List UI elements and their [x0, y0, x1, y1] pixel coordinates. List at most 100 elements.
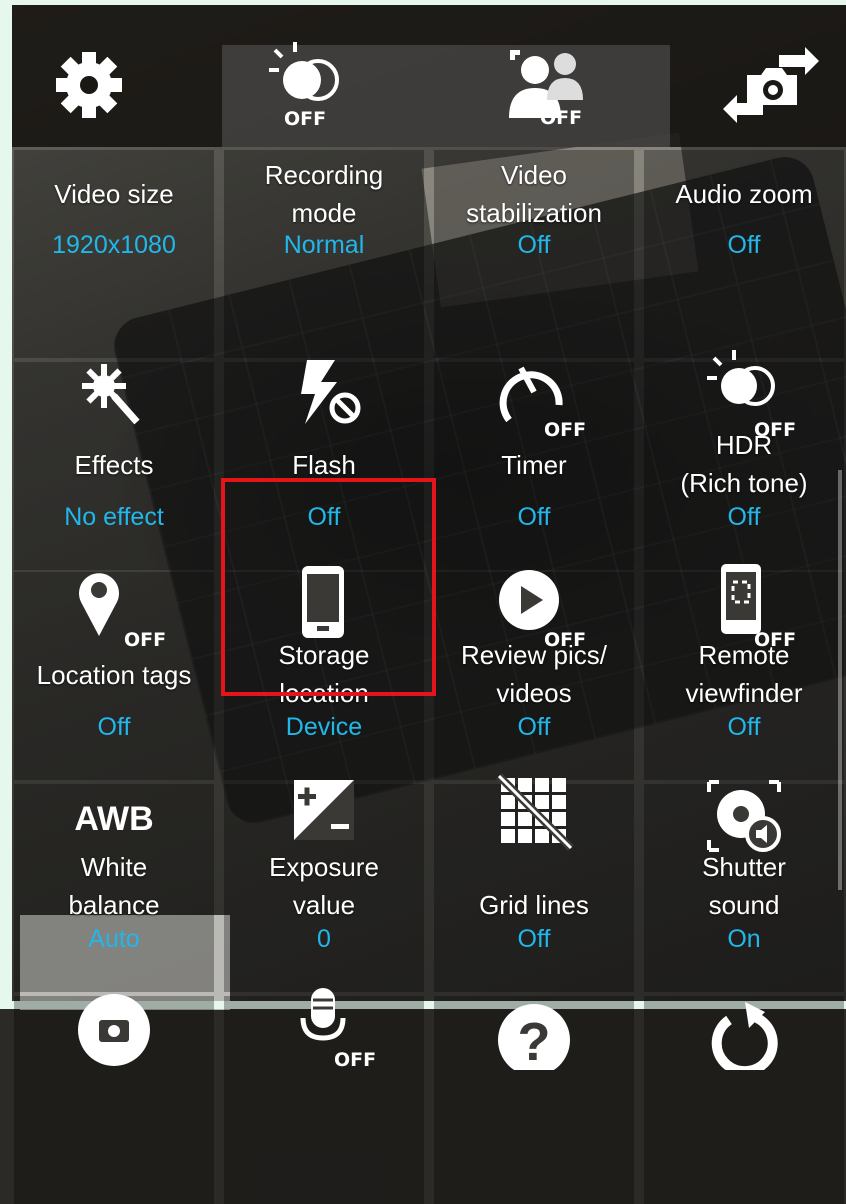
setting-label: Exposure value: [224, 848, 424, 924]
setting-white-balance[interactable]: AWB White balance Auto: [14, 784, 214, 992]
setting-location-tags[interactable]: OFF Location tags Off: [14, 572, 214, 780]
setting-label-line: Remote: [698, 640, 790, 670]
setting-recording-mode[interactable]: Recording mode Normal: [224, 150, 424, 358]
setting-icon-wrap: [224, 350, 424, 440]
setting-label: Shutter sound: [644, 848, 844, 924]
hdr-toggle-button[interactable]: OFF: [230, 30, 380, 140]
setting-label-line: Grid lines: [479, 890, 589, 920]
setting-video-size[interactable]: Video size 1920x1080: [14, 150, 214, 358]
setting-label: Video stabilization: [434, 156, 634, 232]
setting-label-line: Video: [500, 160, 568, 190]
setting-value: Off: [517, 925, 551, 953]
off-label: OFF: [124, 629, 166, 650]
switch-camera-button[interactable]: [696, 30, 846, 140]
off-label: OFF: [334, 1049, 376, 1070]
face-off-label: OFF: [540, 107, 582, 129]
setting-value: Off: [517, 503, 551, 531]
setting-label-line: Location tags: [36, 660, 192, 690]
grid-off-icon: [496, 773, 574, 851]
setting-icon-wrap: OFF: [434, 350, 634, 440]
setting-help-icon[interactable]: ?: [434, 996, 634, 1204]
setting-label: Review pics/videos: [434, 636, 634, 712]
setting-icon-wrap: [14, 350, 214, 440]
setting-value: Off: [517, 713, 551, 741]
svg-text:AWB: AWB: [74, 800, 153, 838]
settings-button[interactable]: [14, 30, 164, 140]
setting-label-line: Audio zoom: [675, 179, 813, 209]
setting-label-line: stabilization: [466, 198, 602, 228]
setting-label-line: Timer: [501, 450, 567, 480]
setting-label: Recording mode: [224, 156, 424, 232]
setting-value: Device: [285, 713, 363, 741]
setting-value: Off: [727, 231, 761, 259]
setting-icon-wrap: OFF: [224, 980, 424, 1070]
setting-label-line: (Rich tone): [680, 468, 808, 498]
setting-audio-zoom[interactable]: Audio zoom Off: [644, 150, 844, 358]
effects-wand-icon: [82, 364, 140, 425]
setting-value: On: [727, 925, 761, 953]
setting-review-pics-videos[interactable]: OFF Review pics/videos Off: [434, 570, 634, 780]
setting-camera-icon[interactable]: [14, 994, 214, 1204]
setting-label: Effects: [14, 446, 214, 484]
setting-label-line: Recording: [264, 160, 384, 190]
setting-video-stabilization[interactable]: Video stabilization Off: [434, 150, 634, 358]
setting-label: HDR (Rich tone): [644, 426, 844, 502]
setting-icon-wrap: OFF: [14, 560, 214, 650]
setting-label-line: videos: [496, 678, 572, 708]
setting-timer[interactable]: OFF Timer Off: [434, 362, 634, 570]
setting-icon-wrap: [644, 980, 844, 1070]
setting-label-line: sound: [708, 890, 780, 920]
setting-icon-wrap: ?: [434, 980, 634, 1070]
setting-grid-lines[interactable]: Grid lines Off: [434, 773, 634, 992]
setting-value: 1920x1080: [52, 231, 176, 259]
setting-exposure-value[interactable]: Exposure value 0: [224, 780, 424, 992]
off-label: OFF: [544, 419, 586, 440]
screen-edge: [0, 0, 12, 1009]
setting-remote-viewfinder[interactable]: OFF Remote viewfinder Off: [644, 564, 844, 780]
reset-icon: [711, 1002, 778, 1070]
setting-label-line: value: [292, 890, 356, 920]
hdr-off-label: OFF: [284, 108, 326, 130]
location-off-icon: OFF: [79, 573, 166, 650]
setting-icon-wrap: [434, 772, 634, 862]
help-icon: ?: [498, 1004, 570, 1070]
setting-value: 0: [317, 925, 331, 953]
setting-label-line: Video size: [54, 179, 174, 209]
setting-icon-wrap: [14, 980, 214, 1070]
switch-camera-icon: [723, 47, 819, 123]
setting-label-line: balance: [68, 890, 160, 920]
setting-label: Timer: [434, 446, 634, 484]
scrollbar[interactable]: [838, 470, 842, 890]
setting-label-line: Review pics/: [461, 640, 607, 670]
setting-label: Grid lines: [434, 886, 634, 924]
setting-value: Off: [727, 503, 761, 531]
hdr-off-icon: OFF: [269, 42, 339, 130]
setting-label-line: Effects: [74, 450, 154, 480]
setting-value: Auto: [88, 925, 140, 953]
setting-reset-icon[interactable]: [644, 996, 844, 1204]
camera-icon: [78, 994, 150, 1066]
setting-voice-control-off-icon[interactable]: OFF: [224, 988, 424, 1204]
setting-label: Remote viewfinder: [644, 636, 844, 712]
face-detection-off-icon: OFF: [509, 50, 583, 129]
face-detection-toggle-button[interactable]: OFF: [470, 30, 620, 140]
selection-highlight: [221, 478, 436, 696]
timer-off-icon: OFF: [499, 366, 586, 440]
setting-value: Off: [97, 713, 131, 741]
setting-label-line: mode: [291, 198, 357, 228]
setting-label: Video size: [14, 175, 214, 213]
voice-control-off-icon: OFF: [300, 988, 376, 1070]
setting-hdr-rich-tone[interactable]: OFF HDR (Rich tone) Off: [644, 350, 844, 570]
setting-value: Off: [517, 231, 551, 259]
setting-label-line: Exposure: [269, 852, 379, 882]
setting-label-line: White: [80, 852, 148, 882]
setting-shutter-sound[interactable]: Shutter sound On: [644, 780, 844, 992]
setting-label: Location tags: [14, 656, 214, 694]
flash-off-icon: [301, 360, 361, 424]
setting-value: Off: [727, 713, 761, 741]
svg-text:?: ?: [518, 1012, 551, 1070]
setting-effects[interactable]: Effects No effect: [14, 362, 214, 570]
setting-value: No effect: [64, 503, 164, 531]
setting-label-line: HDR: [715, 430, 773, 460]
gear-icon: [56, 52, 122, 118]
